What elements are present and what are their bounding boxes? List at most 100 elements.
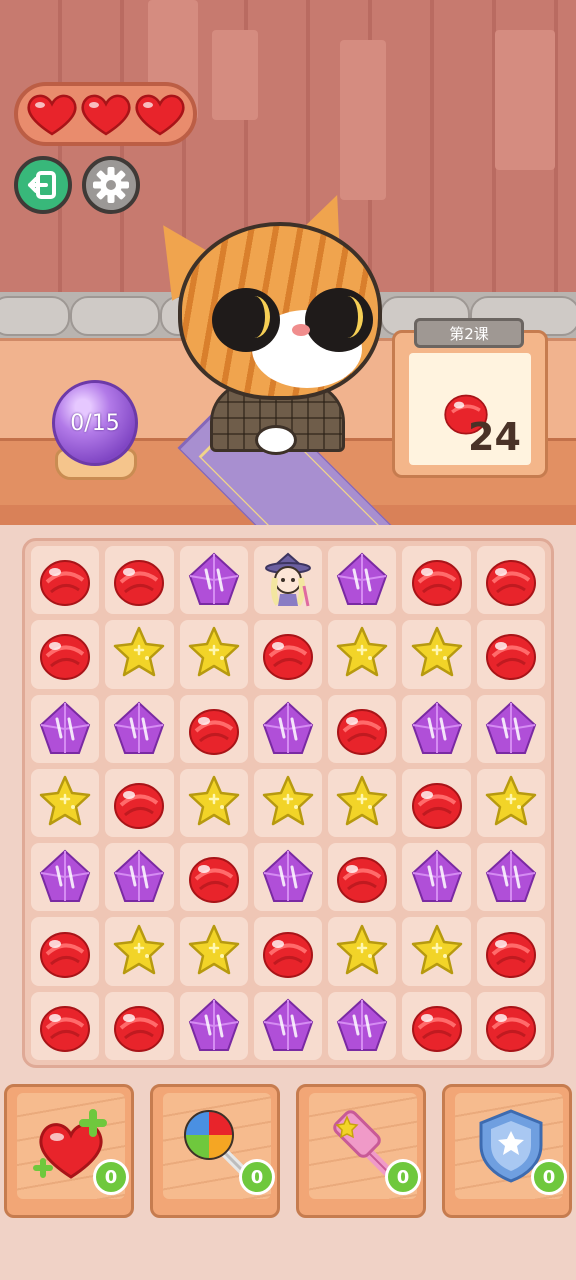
board-cell-red[interactable] (402, 768, 471, 838)
gear-icon (93, 167, 129, 203)
red-gem-icon (485, 931, 536, 978)
board-cell-star[interactable] (253, 768, 323, 838)
board-cell-red[interactable] (476, 620, 546, 689)
board-cell-purple[interactable] (105, 843, 174, 912)
board-cell-red[interactable] (253, 620, 323, 689)
board-cell-purple[interactable] (476, 843, 546, 912)
booster-rainbow-lollipop[interactable]: 0 (150, 1084, 280, 1218)
target-count: 24 (468, 415, 521, 459)
settings-button[interactable] (82, 156, 140, 214)
star-gem-icon (188, 924, 239, 974)
purple-gem-icon (411, 701, 462, 754)
exit-button[interactable] (14, 156, 72, 214)
board-cell-purple[interactable] (402, 843, 471, 912)
lives-bar (14, 82, 197, 146)
booster-shield[interactable]: 0 (442, 1084, 572, 1218)
board-cell-red[interactable] (105, 991, 174, 1061)
wall-plank (212, 30, 258, 120)
purple-gem-icon (485, 701, 537, 754)
red-gem-icon (411, 1005, 462, 1052)
red-gem-icon (337, 857, 388, 904)
board-cell-red[interactable] (31, 620, 100, 689)
board-cell-purple[interactable] (253, 991, 323, 1061)
red-gem-icon (485, 560, 536, 607)
star-gem-icon (411, 924, 462, 974)
red-gem-icon (114, 1005, 165, 1052)
board-cell-red[interactable] (476, 991, 546, 1061)
board-cell-red[interactable] (402, 546, 471, 615)
board-cell-purple[interactable] (179, 991, 248, 1061)
board-cell-purple[interactable] (179, 546, 248, 615)
purple-gem-icon (188, 552, 239, 606)
red-gem-icon (263, 634, 314, 681)
red-gem-icon (485, 1005, 536, 1052)
star-gem-icon (262, 775, 314, 826)
purple-gem-icon (114, 701, 165, 754)
board-cell-purple[interactable] (328, 546, 397, 615)
board-cell-red[interactable] (476, 917, 546, 986)
stone (0, 296, 70, 336)
board-cell-star[interactable] (328, 768, 397, 838)
board-cell-red[interactable] (253, 917, 323, 986)
board-cell-red[interactable] (476, 546, 546, 615)
life-heart-icon (134, 94, 185, 136)
red-gem-icon (188, 708, 239, 755)
board-cell-purple[interactable] (476, 694, 546, 763)
board-cell-star[interactable] (328, 620, 397, 689)
board-cell-star[interactable] (402, 620, 471, 689)
board-cell-red[interactable] (105, 546, 174, 615)
star-gem-icon (39, 775, 91, 826)
star-gem-icon (188, 627, 239, 677)
red-gem-icon (337, 708, 388, 755)
board-cell-star[interactable] (328, 917, 397, 986)
board-cell-red[interactable] (402, 991, 471, 1061)
life-heart-icon (80, 94, 131, 136)
booster-count-badge: 0 (93, 1159, 129, 1195)
board-cell-purple[interactable] (105, 694, 174, 763)
board-cell-star[interactable] (31, 768, 100, 838)
wall-plank (340, 40, 386, 200)
stone (70, 296, 160, 336)
booster-count-badge: 0 (385, 1159, 421, 1195)
cat-eye-right (305, 288, 373, 352)
board-cell-star[interactable] (402, 917, 471, 986)
board-cell-star[interactable] (179, 768, 248, 838)
board-cell-red[interactable] (179, 843, 248, 912)
board-cell-star[interactable] (179, 917, 248, 986)
board-cell-red[interactable] (31, 546, 100, 615)
gem-grid (28, 543, 548, 1063)
booster-count-badge: 0 (531, 1159, 567, 1195)
board-cell-red[interactable] (31, 917, 100, 986)
red-gem-icon (485, 634, 536, 681)
purple-gem-icon (485, 849, 537, 903)
booster-extra-heart[interactable]: 0 (4, 1084, 134, 1218)
board-cell-red[interactable] (105, 768, 174, 838)
star-gem-icon (114, 627, 165, 677)
board-cell-purple[interactable] (253, 843, 323, 912)
red-gem-icon (40, 931, 91, 978)
board-cell-star[interactable] (105, 620, 174, 689)
red-gem-icon (40, 634, 91, 681)
cat-nose (292, 324, 310, 336)
orb-progress-text: 0/15 (70, 410, 120, 436)
board-cell-character[interactable] (253, 546, 323, 615)
board-cell-red[interactable] (31, 991, 100, 1061)
red-gem-icon (188, 857, 239, 904)
board-cell-star[interactable] (179, 620, 248, 689)
star-gem-icon (188, 775, 239, 826)
board-cell-purple[interactable] (328, 991, 397, 1061)
board-cell-purple[interactable] (253, 694, 323, 763)
red-gem-icon (411, 783, 462, 830)
board-cell-star[interactable] (105, 917, 174, 986)
board-cell-star[interactable] (476, 768, 546, 838)
booster-hammer[interactable]: 0 (296, 1084, 426, 1218)
star-gem-icon (337, 775, 388, 826)
board-cell-red[interactable] (179, 694, 248, 763)
board-cell-red[interactable] (328, 843, 397, 912)
board-cell-purple[interactable] (402, 694, 471, 763)
board-cell-purple[interactable] (31, 694, 100, 763)
board-cell-purple[interactable] (31, 843, 100, 912)
board-cell-red[interactable] (328, 694, 397, 763)
star-gem-icon (411, 627, 462, 677)
purple-gem-icon (411, 849, 462, 903)
